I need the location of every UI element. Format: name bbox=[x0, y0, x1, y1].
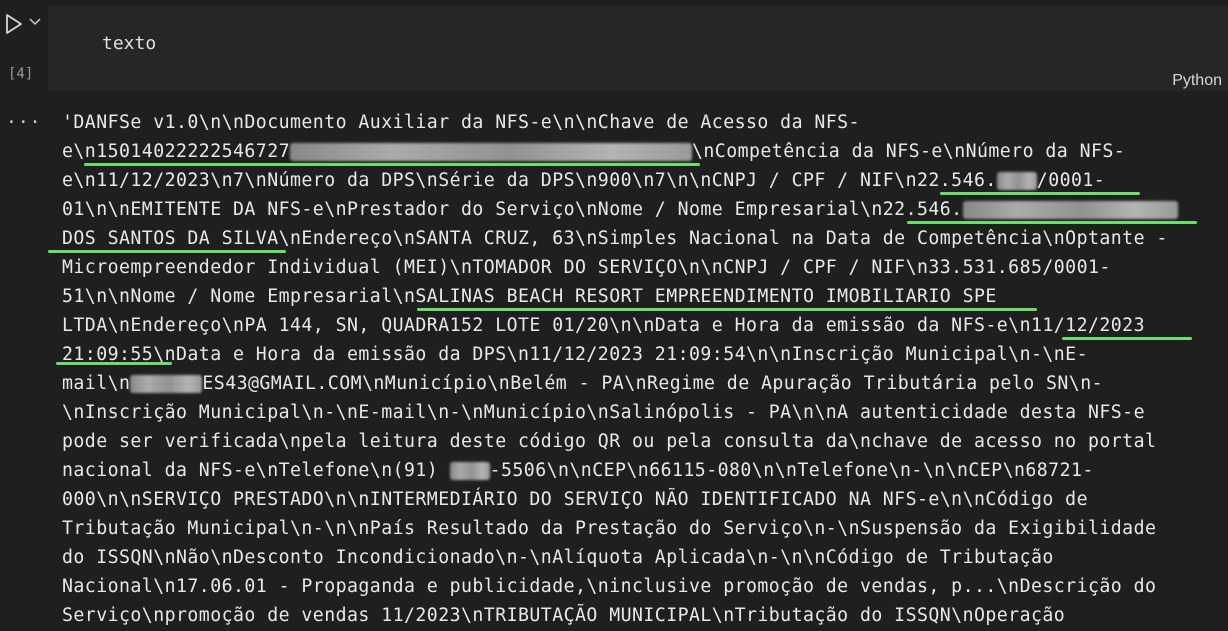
output-line: Nacional\n17.06.01 - Propaganda e public… bbox=[62, 576, 1157, 597]
redaction-blur bbox=[996, 172, 1037, 190]
output-line: 'DANFSe v1.0\n\nDocumento Auxiliar da NF… bbox=[62, 112, 860, 133]
redaction-blur bbox=[449, 462, 490, 480]
output-line: Microempreendedor Individual (MEI)\nTOMA… bbox=[62, 257, 1111, 278]
execution-count: [4] bbox=[8, 66, 34, 82]
highlight-underline bbox=[56, 362, 172, 365]
output-line: DOS SANTOS DA SILVA\nEndereço\nSANTA CRU… bbox=[48, 224, 1222, 253]
play-icon bbox=[6, 14, 22, 34]
redaction-blur bbox=[290, 143, 692, 161]
redaction-blur bbox=[962, 201, 1178, 219]
language-label[interactable]: Python bbox=[1172, 72, 1222, 90]
run-options-button[interactable] bbox=[27, 13, 43, 29]
output-line: Tributação Municipal\n-\n\nPaís Resultad… bbox=[62, 518, 1157, 539]
output-line: e\n15014022222546727 \nCompetência da NFS… bbox=[62, 137, 1222, 166]
run-cell-button[interactable] bbox=[3, 11, 25, 37]
output-line: 21:09:55\nData e Hora da emissão da DPS\… bbox=[56, 340, 1222, 369]
output-line: 51\n\nNome / Nome Empresarial\nSALINAS B… bbox=[62, 282, 1222, 311]
chevron-down-icon bbox=[29, 18, 41, 26]
cell-output: 'DANFSe v1.0\n\nDocumento Auxiliar da NF… bbox=[48, 108, 1222, 630]
output-line: e\n11/12/2023\n7\nNúmero da DPS\nSérie d… bbox=[62, 166, 1222, 195]
redaction-blur bbox=[130, 375, 203, 393]
output-line: LTDA\nEndereço\nPA 144, SN, QUADRA152 LO… bbox=[62, 311, 1222, 340]
output-line: Serviço\npromoção de vendas 11/2023\nTRI… bbox=[62, 605, 1066, 626]
output-more-actions-button[interactable]: ... bbox=[6, 107, 42, 128]
output-line: nacional da NFS-e\nTelefone\n(91) -5506\… bbox=[62, 460, 1094, 481]
output-line: pode ser verificada\npela leitura deste … bbox=[62, 431, 1157, 452]
output-line: do ISSQN\nNão\nDesconto Incondicionado\n… bbox=[62, 547, 1054, 568]
code-cell-input[interactable]: texto Python bbox=[48, 6, 1228, 91]
output-line: 01\n\nEMITENTE DA NFS-e\nPrestador do Se… bbox=[62, 195, 1222, 224]
output-line: 000\n\nSERVIÇO PRESTADO\n\nINTERMEDIÁRIO… bbox=[62, 489, 1088, 510]
code-text[interactable]: texto bbox=[102, 33, 156, 54]
output-line: mail\n ES43@GMAIL.COM\nMunicípio\nBelém -… bbox=[62, 373, 1103, 394]
output-line: \nInscrição Municipal\n-\nE-mail\n-\nMun… bbox=[62, 402, 1145, 423]
